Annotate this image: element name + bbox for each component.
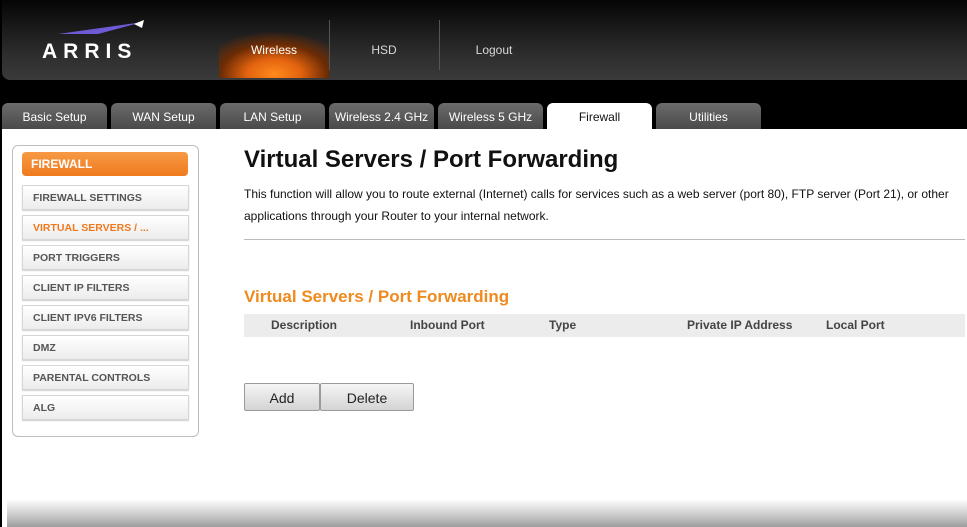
arris-logo: ARRIS xyxy=(38,20,158,64)
logo-text: ARRIS xyxy=(42,40,138,63)
tab-wireless-24ghz[interactable]: Wireless 2.4 GHz xyxy=(329,103,434,129)
tab-lan-setup[interactable]: LAN Setup xyxy=(220,103,325,129)
arris-logo-swoosh-icon xyxy=(58,20,144,34)
tab-utilities[interactable]: Utilities xyxy=(656,103,761,129)
column-header-local-port: Local Port xyxy=(826,318,885,332)
sidebar-title: FIREWALL xyxy=(22,152,188,176)
tab-wan-setup[interactable]: WAN Setup xyxy=(111,103,216,129)
sidebar-item-client-ip-filters[interactable]: CLIENT IP FILTERS xyxy=(22,275,189,300)
divider xyxy=(244,239,965,240)
section-title: Virtual Servers / Port Forwarding xyxy=(244,287,510,306)
sidebar-item-virtual-servers[interactable]: VIRTUAL SERVERS / ... xyxy=(22,215,189,240)
footer-bar xyxy=(7,499,967,527)
column-header-private-ip: Private IP Address xyxy=(687,318,793,332)
topnav-hsd[interactable]: HSD xyxy=(329,0,439,78)
sidebar-item-port-triggers[interactable]: PORT TRIGGERS xyxy=(22,245,189,270)
main-panel: FIREWALL FIREWALL SETTINGS VIRTUAL SERVE… xyxy=(2,129,967,527)
topnav-wireless[interactable]: Wireless xyxy=(219,0,329,78)
sidebar-item-client-ipv6-filters[interactable]: CLIENT IPV6 FILTERS xyxy=(22,305,189,330)
sidebar-item-parental-controls[interactable]: PARENTAL CONTROLS xyxy=(22,365,189,390)
page-title: Virtual Servers / Port Forwarding xyxy=(244,146,619,173)
tab-wireless-5ghz[interactable]: Wireless 5 GHz xyxy=(438,103,543,129)
add-button[interactable]: Add xyxy=(244,383,320,411)
header-bar: ARRIS Wireless HSD Logout xyxy=(2,0,967,80)
sidebar-item-alg[interactable]: ALG xyxy=(22,395,189,420)
table-header: Description Inbound Port Type Private IP… xyxy=(244,314,965,337)
column-header-description: Description xyxy=(271,318,338,332)
sidebar: FIREWALL FIREWALL SETTINGS VIRTUAL SERVE… xyxy=(12,145,199,437)
column-header-type: Type xyxy=(549,318,577,332)
column-header-inbound-port: Inbound Port xyxy=(410,318,485,332)
topnav-logout[interactable]: Logout xyxy=(439,0,549,78)
sidebar-item-firewall-settings[interactable]: FIREWALL SETTINGS xyxy=(22,185,189,210)
page-description: This function will allow you to route ex… xyxy=(244,187,949,223)
sidebar-item-dmz[interactable]: DMZ xyxy=(22,335,189,360)
delete-button[interactable]: Delete xyxy=(320,383,414,411)
tab-firewall[interactable]: Firewall xyxy=(547,103,652,130)
tab-basic-setup[interactable]: Basic Setup xyxy=(2,103,107,129)
